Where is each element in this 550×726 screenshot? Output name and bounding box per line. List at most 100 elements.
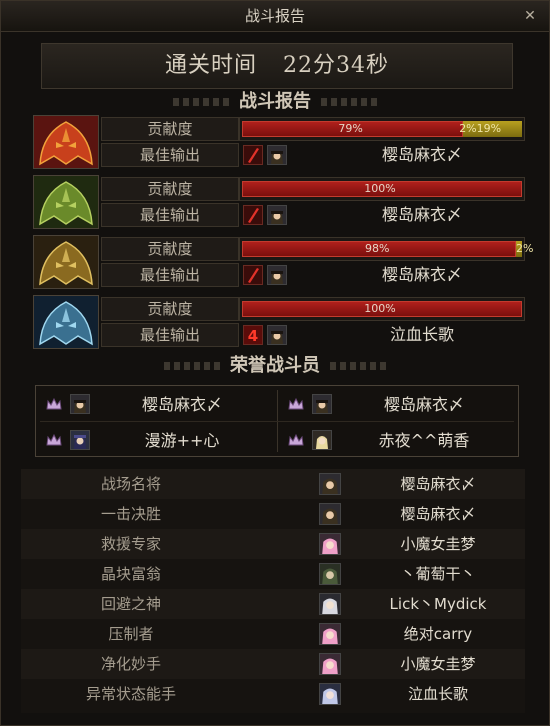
award-row[interactable]: 净化妙手 小魔女圭梦: [21, 649, 525, 679]
award-player-name: 小魔女圭梦: [400, 655, 476, 673]
report-section-label: 战斗报告: [239, 91, 311, 112]
title-bar: 战斗报告 ✕: [1, 1, 549, 32]
best-output-label: 最佳输出: [101, 143, 239, 167]
player-avatar: [319, 653, 341, 675]
close-icon[interactable]: ✕: [521, 7, 539, 25]
contribution-percent: 100%: [364, 182, 396, 195]
report-row: 贡献度 79% 2%19% 最佳输出 樱岛麻衣〆: [33, 115, 525, 169]
honor-section-title: 荣誉战斗员: [1, 353, 549, 379]
award-title: 晶块富翁: [100, 565, 161, 583]
contribution-percent: 100%: [364, 302, 396, 315]
award-row[interactable]: 压制者 绝对carry: [21, 619, 525, 649]
player-avatar: [312, 430, 332, 450]
player-name: 樱岛麻衣〆: [381, 205, 462, 224]
honor-player-name: 漫游++心: [144, 431, 220, 450]
red-flame-boss-icon: [33, 115, 99, 169]
ornament-right: [321, 98, 377, 106]
award-title: 战场名将: [100, 475, 161, 493]
award-list: 战场名将 樱岛麻衣〆 一击决胜 樱岛麻衣〆 救援专家 小魔女圭梦 晶块富翁 丶葡…: [21, 469, 525, 713]
contribution-label: 贡献度: [101, 237, 239, 261]
ornament-right: [330, 362, 386, 370]
contribution-label: 贡献度: [101, 117, 239, 141]
contribution-bar: 98% 2%: [239, 237, 533, 261]
contribution-percent: 98%: [364, 242, 390, 255]
best-output-player[interactable]: 樱岛麻衣〆: [239, 202, 525, 228]
crown-icon: [46, 398, 62, 410]
award-player-name: 绝对carry: [403, 625, 473, 643]
award-player-name: Lick丶Mydick: [389, 595, 487, 613]
contribution-bar: 100%: [239, 177, 525, 201]
award-title: 净化妙手: [100, 655, 161, 673]
honor-player-name: 赤夜^^萌香: [378, 431, 470, 450]
svg-text:4: 4: [248, 327, 258, 344]
report-row: 贡献度 98% 2% 最佳输出 樱岛麻衣〆: [33, 235, 533, 289]
player-avatar: [70, 394, 90, 414]
contribution-percent: 79%: [338, 122, 363, 135]
player-avatar: [267, 265, 287, 285]
best-output-label: 最佳输出: [101, 323, 239, 347]
player-avatar: [319, 563, 341, 585]
honor-player[interactable]: 樱岛麻衣〆: [278, 388, 518, 422]
red-sword-icon: [243, 145, 263, 165]
award-title: 救援专家: [100, 535, 161, 553]
player-name: 樱岛麻衣〆: [381, 145, 462, 164]
player-avatar: [267, 325, 287, 345]
award-title: 压制者: [108, 625, 154, 643]
best-output-label: 最佳输出: [101, 203, 239, 227]
best-output-player[interactable]: 樱岛麻衣〆: [239, 142, 525, 168]
red-sword-icon: [243, 205, 263, 225]
ornament-left: [164, 362, 220, 370]
gold-horned-boss-icon: [33, 235, 99, 289]
report-section-title: 战斗报告: [1, 89, 549, 115]
award-title: 回避之神: [100, 595, 161, 613]
player-name: 樱岛麻衣〆: [381, 265, 462, 284]
ornament-left: [173, 98, 229, 106]
contribution-bar: 100%: [239, 297, 525, 321]
battle-report-window: 战斗报告 ✕ 通关时间 22分34秒 战斗报告 贡献度 79% 2%19% 最佳输…: [0, 0, 550, 726]
award-player-name: 泣血长歌: [407, 685, 468, 703]
best-output-player[interactable]: 4 泣血长歌: [239, 322, 525, 348]
player-avatar: [70, 430, 90, 450]
best-output-player[interactable]: 樱岛麻衣〆: [239, 262, 525, 288]
red-number-4-icon: 4: [243, 325, 263, 345]
award-row[interactable]: 晶块富翁 丶葡萄干丶: [21, 559, 525, 589]
player-avatar: [319, 683, 341, 705]
player-avatar: [312, 394, 332, 414]
award-player-name: 小魔女圭梦: [400, 535, 476, 553]
player-name: 泣血长歌: [389, 325, 454, 344]
report-row: 贡献度 100% 最佳输出 4 泣血长歌: [33, 295, 525, 349]
honor-player[interactable]: 漫游++心: [36, 424, 276, 458]
red-sword-icon: [243, 265, 263, 285]
award-row[interactable]: 异常状态能手 泣血长歌: [21, 679, 525, 709]
honor-player[interactable]: 赤夜^^萌香: [278, 424, 518, 458]
player-avatar: [319, 623, 341, 645]
clear-time-value: 22分34秒: [283, 53, 389, 78]
player-avatar: [319, 593, 341, 615]
award-row[interactable]: 一击决胜 樱岛麻衣〆: [21, 499, 525, 529]
award-title: 异常状态能手: [85, 685, 176, 703]
player-avatar: [267, 145, 287, 165]
contribution-label: 贡献度: [101, 177, 239, 201]
clear-time-label: 通关时间: [164, 53, 257, 78]
crown-icon: [288, 398, 304, 410]
award-row[interactable]: 救援专家 小魔女圭梦: [21, 529, 525, 559]
blue-frost-boss-icon: [33, 295, 99, 349]
award-player-name: 丶葡萄干丶: [400, 565, 476, 583]
honor-player[interactable]: 樱岛麻衣〆: [36, 388, 276, 422]
contribution-secondary-percent: 2%19%: [459, 122, 502, 135]
clear-time-banner: 通关时间 22分34秒: [41, 43, 513, 89]
report-row: 贡献度 100% 最佳输出 樱岛麻衣〆: [33, 175, 525, 229]
award-player-name: 樱岛麻衣〆: [400, 475, 476, 493]
honor-player-name: 樱岛麻衣〆: [383, 395, 464, 414]
player-avatar: [267, 205, 287, 225]
player-avatar: [319, 503, 341, 525]
contribution-label: 贡献度: [101, 297, 239, 321]
crown-icon: [46, 434, 62, 446]
honor-player-name: 樱岛麻衣〆: [141, 395, 222, 414]
award-row[interactable]: 战场名将 樱岛麻衣〆: [21, 469, 525, 499]
player-avatar: [319, 473, 341, 495]
award-row[interactable]: 回避之神 Lick丶Mydick: [21, 589, 525, 619]
honor-section-label: 荣誉战斗员: [230, 355, 320, 376]
window-title: 战斗报告: [244, 7, 305, 25]
award-title: 一击决胜: [100, 505, 161, 523]
